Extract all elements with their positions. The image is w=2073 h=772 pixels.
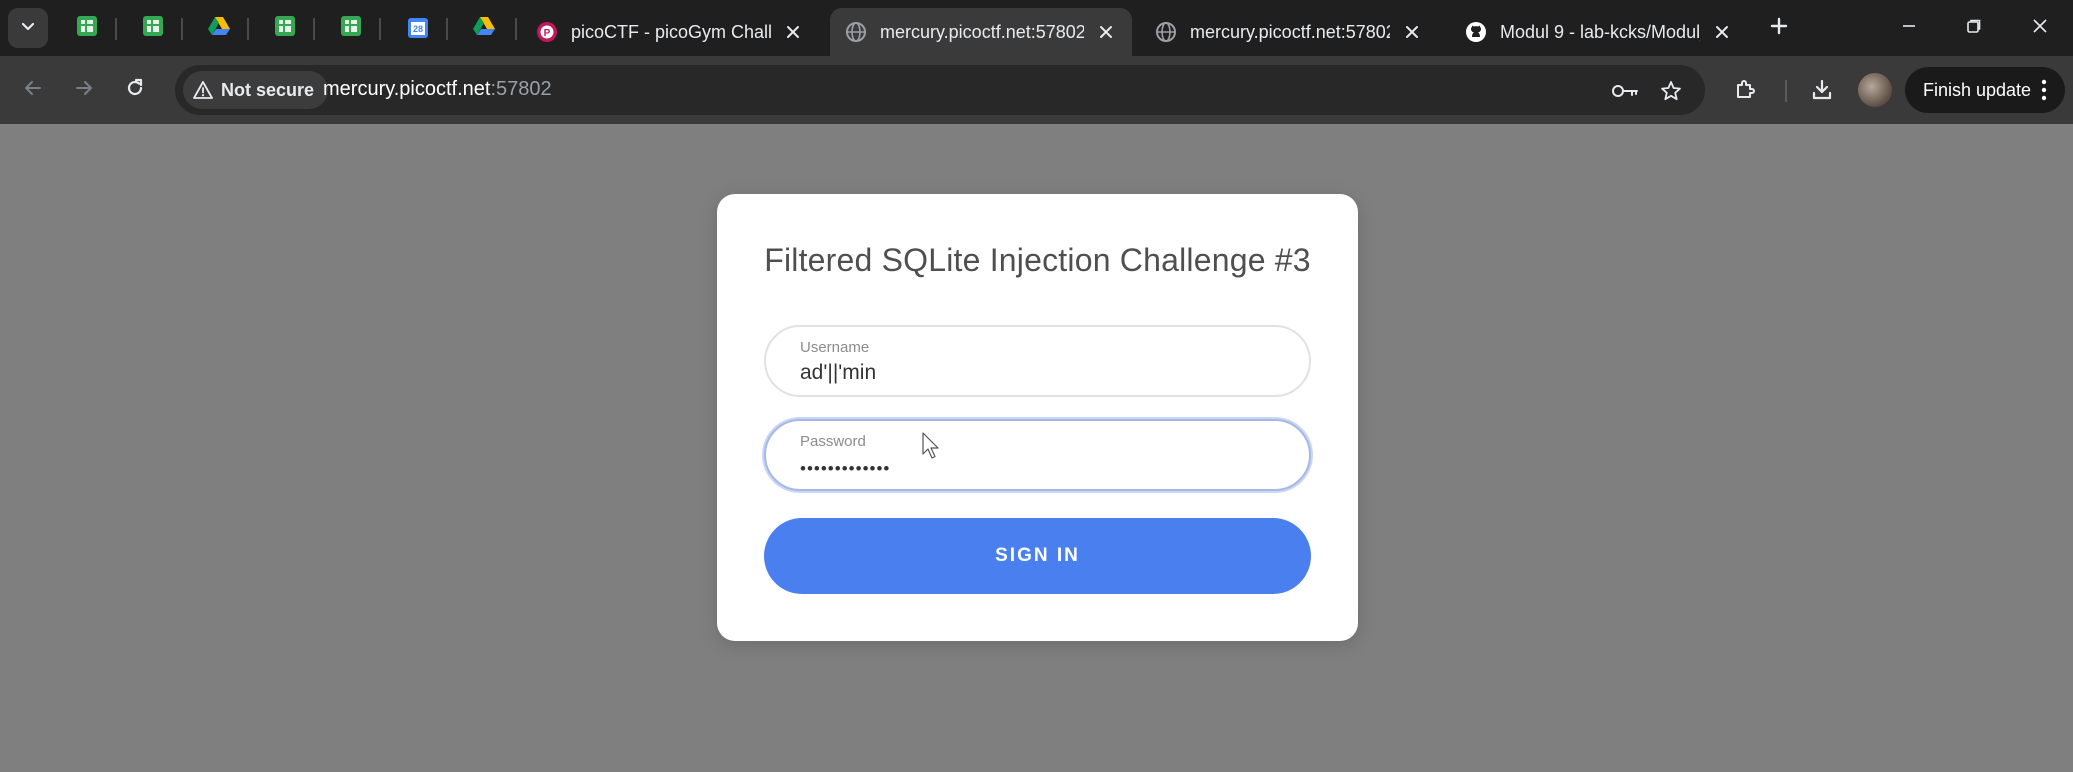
download-icon[interactable] — [1806, 74, 1838, 106]
pinned-tab-calendar[interactable]: 28 — [401, 11, 435, 45]
mouse-cursor-icon — [922, 432, 942, 465]
more-vert-icon — [2041, 79, 2047, 106]
password-field[interactable]: Password ••••••••••••• — [764, 419, 1311, 491]
address-bar[interactable]: Not secure mercury.picoctf.net:57802 — [175, 65, 1705, 115]
pinned-tab-sheets[interactable] — [334, 11, 368, 45]
tab-picoctf[interactable]: P picoCTF - picoGym Challen — [521, 8, 819, 56]
close-icon[interactable] — [1094, 20, 1118, 44]
tab-title: mercury.picoctf.net:57802/ — [1190, 21, 1390, 42]
tab-strip: 28 P picoCTF - picoGym Challen mercury.p… — [0, 0, 2073, 56]
security-label: Not secure — [221, 79, 315, 100]
tab-title: Modul 9 - lab-kcks/Modul_ — [1500, 21, 1700, 42]
tab-search-button[interactable] — [8, 8, 48, 48]
tab-github[interactable]: Modul 9 - lab-kcks/Modul_ — [1450, 8, 1748, 56]
minimize-button[interactable] — [1895, 14, 1923, 42]
tab-separator — [446, 18, 448, 40]
tab-separator — [247, 18, 249, 40]
new-tab-button[interactable] — [1765, 14, 1793, 42]
chevron-down-icon — [20, 18, 36, 39]
url-port: :57802 — [490, 78, 552, 100]
plus-icon — [1770, 17, 1788, 40]
back-button[interactable] — [16, 73, 50, 107]
forward-button[interactable] — [67, 73, 101, 107]
sheets-icon — [141, 14, 165, 43]
tab-title: picoCTF - picoGym Challen — [571, 21, 771, 42]
pinned-tab-sheets[interactable] — [136, 11, 170, 45]
username-label: Username — [800, 339, 870, 356]
login-card: Filtered SQLite Injection Challenge #3 U… — [717, 194, 1358, 641]
globe-icon — [844, 20, 868, 44]
calendar-icon: 28 — [406, 16, 430, 40]
tab-mercury-2[interactable]: mercury.picoctf.net:57802/ — [1140, 8, 1438, 56]
password-input[interactable]: ••••••••••••• — [800, 459, 890, 479]
pinned-tab-sheets[interactable] — [268, 11, 302, 45]
drive-icon — [472, 14, 496, 43]
sheets-icon — [339, 14, 363, 43]
github-icon — [1464, 20, 1488, 44]
password-key-icon[interactable] — [1611, 77, 1639, 105]
picoctf-icon: P — [535, 20, 559, 44]
finish-update-label: Finish update — [1923, 79, 2032, 100]
tab-separator — [379, 18, 381, 40]
finish-update-button[interactable]: Finish update — [1905, 67, 2065, 113]
reload-button[interactable] — [118, 73, 152, 107]
restore-button[interactable] — [1960, 14, 1988, 42]
minimize-icon — [1901, 18, 1917, 39]
sheets-icon — [273, 14, 297, 43]
close-icon[interactable] — [1710, 20, 1734, 44]
pinned-tab-drive[interactable] — [202, 11, 236, 45]
tab-separator — [181, 18, 183, 40]
username-field[interactable]: Username ad'||'min — [764, 325, 1311, 397]
url-host: mercury.picoctf.net — [323, 78, 491, 100]
security-badge[interactable]: Not secure — [183, 71, 329, 109]
tab-separator — [115, 18, 117, 40]
login-title: Filtered SQLite Injection Challenge #3 — [764, 242, 1311, 278]
tab-separator — [313, 18, 315, 40]
sign-in-button[interactable]: SIGN IN — [764, 518, 1311, 594]
tab-mercury-active[interactable]: mercury.picoctf.net:57802 — [830, 8, 1132, 56]
close-icon — [2032, 18, 2048, 39]
warning-icon — [193, 80, 213, 100]
page-content: Filtered SQLite Injection Challenge #3 U… — [0, 124, 2073, 772]
sheets-icon — [75, 14, 99, 43]
url-text[interactable]: mercury.picoctf.net:57802 — [323, 78, 552, 101]
password-label: Password — [800, 433, 866, 450]
pinned-tab-drive[interactable] — [467, 11, 501, 45]
close-icon[interactable] — [781, 20, 805, 44]
arrow-right-icon — [74, 78, 94, 103]
extensions-icon[interactable] — [1729, 74, 1761, 106]
globe-icon — [1154, 20, 1178, 44]
toolbar-divider — [1785, 80, 1787, 102]
tab-title: mercury.picoctf.net:57802 — [880, 21, 1084, 42]
svg-text:P: P — [544, 28, 551, 39]
star-icon[interactable] — [1657, 77, 1685, 105]
drive-icon — [207, 14, 231, 43]
arrow-left-icon — [23, 78, 43, 103]
restore-icon — [1966, 18, 1982, 39]
close-window-button[interactable] — [2026, 14, 2054, 42]
profile-avatar[interactable] — [1858, 73, 1892, 107]
reload-icon — [124, 77, 146, 104]
calendar-day: 28 — [412, 24, 423, 34]
close-icon[interactable] — [1400, 20, 1424, 44]
username-input[interactable]: ad'||'min — [800, 361, 876, 385]
browser-toolbar: Not secure mercury.picoctf.net:57802 Fin… — [0, 56, 2073, 124]
pinned-tab-sheets[interactable] — [70, 11, 104, 45]
tab-separator — [515, 18, 517, 40]
